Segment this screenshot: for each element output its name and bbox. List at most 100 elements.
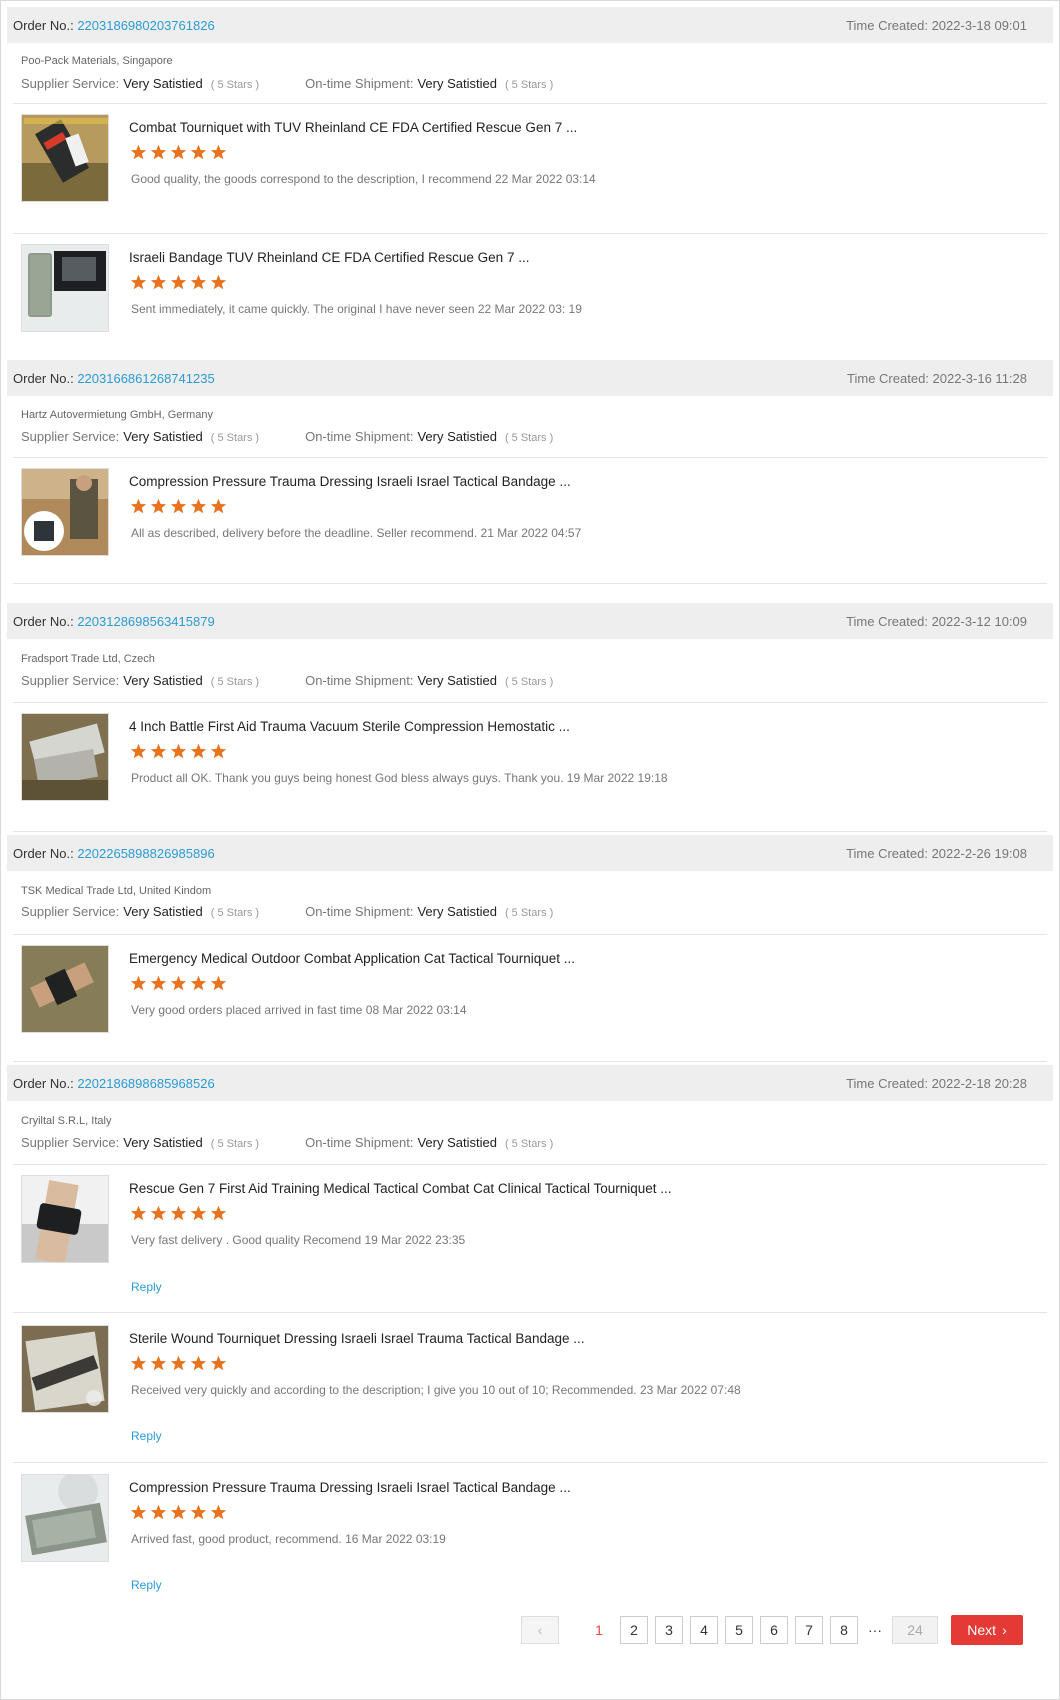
product-thumbnail[interactable] <box>21 468 109 556</box>
page-button[interactable]: 4 <box>690 1616 718 1644</box>
star-icon <box>130 1205 147 1221</box>
order-header: Order No.: 2202186898685968526 Time Creat… <box>7 1065 1053 1101</box>
star-icon <box>170 144 187 160</box>
prev-page-button[interactable]: ‹ <box>521 1616 559 1644</box>
page-button-last[interactable]: 24 <box>892 1616 938 1644</box>
divider <box>13 1164 1047 1165</box>
star-icon <box>150 1504 167 1520</box>
page-button[interactable]: 2 <box>620 1616 648 1644</box>
star-icon <box>170 498 187 514</box>
star-icon <box>150 1205 167 1221</box>
star-icon <box>170 1504 187 1520</box>
order-header: Order No.: 2203166861268741235 Time Creat… <box>7 360 1053 396</box>
shipment-label: On-time Shipment: <box>305 673 414 688</box>
reply-link[interactable]: Reply <box>131 1578 162 1592</box>
divider <box>13 583 1047 584</box>
product-title[interactable]: Sterile Wound Tourniquet Dressing Israel… <box>129 1331 585 1346</box>
order-number-link[interactable]: 2203166861268741235 <box>77 371 214 386</box>
review-comment: Very good orders placed arrived in fast … <box>131 1003 467 1017</box>
product-title[interactable]: Emergency Medical Outdoor Combat Applica… <box>129 951 575 966</box>
star-icon <box>150 975 167 991</box>
review-item: Compression Pressure Trauma Dressing Isr… <box>21 468 1047 568</box>
seller-ratings: Supplier Service: Very Satistied( 5 Stars… <box>21 429 553 444</box>
page-button[interactable]: 3 <box>655 1616 683 1644</box>
product-thumbnail[interactable] <box>21 1474 109 1562</box>
page-ellipsis: ··· <box>865 1616 885 1644</box>
time-created-value: 2022-2-26 19:08 <box>931 845 1027 861</box>
supplier-service-value: Very Satistied <box>123 1135 203 1150</box>
shipment-value: Very Satistied <box>417 76 497 91</box>
star-icon <box>190 498 207 514</box>
product-thumbnail[interactable] <box>21 114 109 202</box>
seller-ratings: Supplier Service: Very Satistied( 5 Stars… <box>21 673 553 688</box>
divider <box>13 233 1047 234</box>
time-created: Time Created: 2022-3-12 10:09 <box>846 614 1027 629</box>
order-number-link[interactable]: 2203128698563415879 <box>77 614 214 629</box>
star-icon <box>170 274 187 290</box>
star-icon <box>170 743 187 759</box>
review-item: Compression Pressure Trauma Dressing Isr… <box>21 1474 1047 1592</box>
shipment-value: Very Satistied <box>417 429 497 444</box>
rating-stars <box>130 1504 227 1521</box>
time-created-value: 2022-3-16 11:28 <box>932 370 1027 386</box>
compression-bandage-photo-icon <box>22 1475 108 1561</box>
star-icon <box>150 498 167 514</box>
time-created-label: Time Created: <box>847 370 929 386</box>
product-thumbnail[interactable] <box>21 713 109 801</box>
review-item: Sterile Wound Tourniquet Dressing Israel… <box>21 1325 1047 1443</box>
page-button[interactable]: 5 <box>725 1616 753 1644</box>
order-number: Order No.: 2203128698563415879 <box>13 614 215 629</box>
divider <box>13 1312 1047 1313</box>
supplier-service-label: Supplier Service: <box>21 1135 120 1150</box>
order-number-label: Order No.: <box>13 613 74 629</box>
page-button[interactable]: 6 <box>760 1616 788 1644</box>
order-number: Order No.: 2202186898685968526 <box>13 1076 215 1091</box>
star-icon <box>130 975 147 991</box>
israeli-bandage-photo-icon <box>22 245 108 331</box>
order-number-label: Order No.: <box>13 370 74 386</box>
supplier-service-value: Very Satistied <box>123 429 203 444</box>
shipment-stars: ( 5 Stars ) <box>504 676 554 688</box>
reviews-page: Order No.: 2203186980203761826 Time Creat… <box>0 0 1060 1700</box>
divider <box>13 457 1047 458</box>
product-thumbnail[interactable] <box>21 1175 109 1263</box>
rating-stars <box>130 975 227 992</box>
product-title[interactable]: Israeli Bandage TUV Rheinland CE FDA Cer… <box>129 250 529 265</box>
product-thumbnail[interactable] <box>21 1325 109 1413</box>
star-icon <box>130 498 147 514</box>
reply-link[interactable]: Reply <box>131 1280 162 1294</box>
product-title[interactable]: Rescue Gen 7 First Aid Training Medical … <box>129 1181 672 1196</box>
supplier-service-label: Supplier Service: <box>21 76 120 91</box>
product-title[interactable]: 4 Inch Battle First Aid Trauma Vacuum St… <box>129 719 570 734</box>
buyer-company: TSK Medical Trade Ltd, United Kindom <box>21 885 212 897</box>
product-thumbnail[interactable] <box>21 945 109 1033</box>
time-created: Time Created: 2022-3-18 09:01 <box>846 18 1027 33</box>
product-thumbnail[interactable] <box>21 244 109 332</box>
page-button[interactable]: 8 <box>830 1616 858 1644</box>
order-number-link[interactable]: 2202186898685968526 <box>77 1076 214 1091</box>
chevron-left-icon: ‹ <box>537 1622 543 1638</box>
next-page-button[interactable]: Next › <box>951 1615 1023 1645</box>
star-icon <box>190 1504 207 1520</box>
time-created-value: 2022-2-18 20:28 <box>931 1075 1027 1091</box>
supplier-service-stars: ( 5 Stars ) <box>210 676 260 688</box>
star-icon <box>210 1205 227 1221</box>
reply-link[interactable]: Reply <box>131 1429 162 1443</box>
product-title[interactable]: Compression Pressure Trauma Dressing Isr… <box>129 474 571 489</box>
review-item: Emergency Medical Outdoor Combat Applica… <box>21 945 1047 1045</box>
star-icon <box>210 144 227 160</box>
order-number-label: Order No.: <box>13 845 74 861</box>
order-number-link[interactable]: 2202265898826985896 <box>77 846 214 861</box>
review-item: 4 Inch Battle First Aid Trauma Vacuum St… <box>21 713 1047 813</box>
rating-stars <box>130 498 227 515</box>
time-created-label: Time Created: <box>846 613 928 629</box>
review-item: Israeli Bandage TUV Rheinland CE FDA Cer… <box>21 244 1047 344</box>
review-comment: Good quality, the goods correspond to th… <box>131 172 596 186</box>
buyer-company: Fradsport Trade Ltd, Czech <box>21 653 155 665</box>
star-icon <box>150 1355 167 1371</box>
page-button[interactable]: 7 <box>795 1616 823 1644</box>
product-title[interactable]: Compression Pressure Trauma Dressing Isr… <box>129 1480 571 1495</box>
order-number-link[interactable]: 2203186980203761826 <box>77 18 214 33</box>
product-title[interactable]: Combat Tourniquet with TUV Rheinland CE … <box>129 120 577 135</box>
star-icon <box>150 144 167 160</box>
